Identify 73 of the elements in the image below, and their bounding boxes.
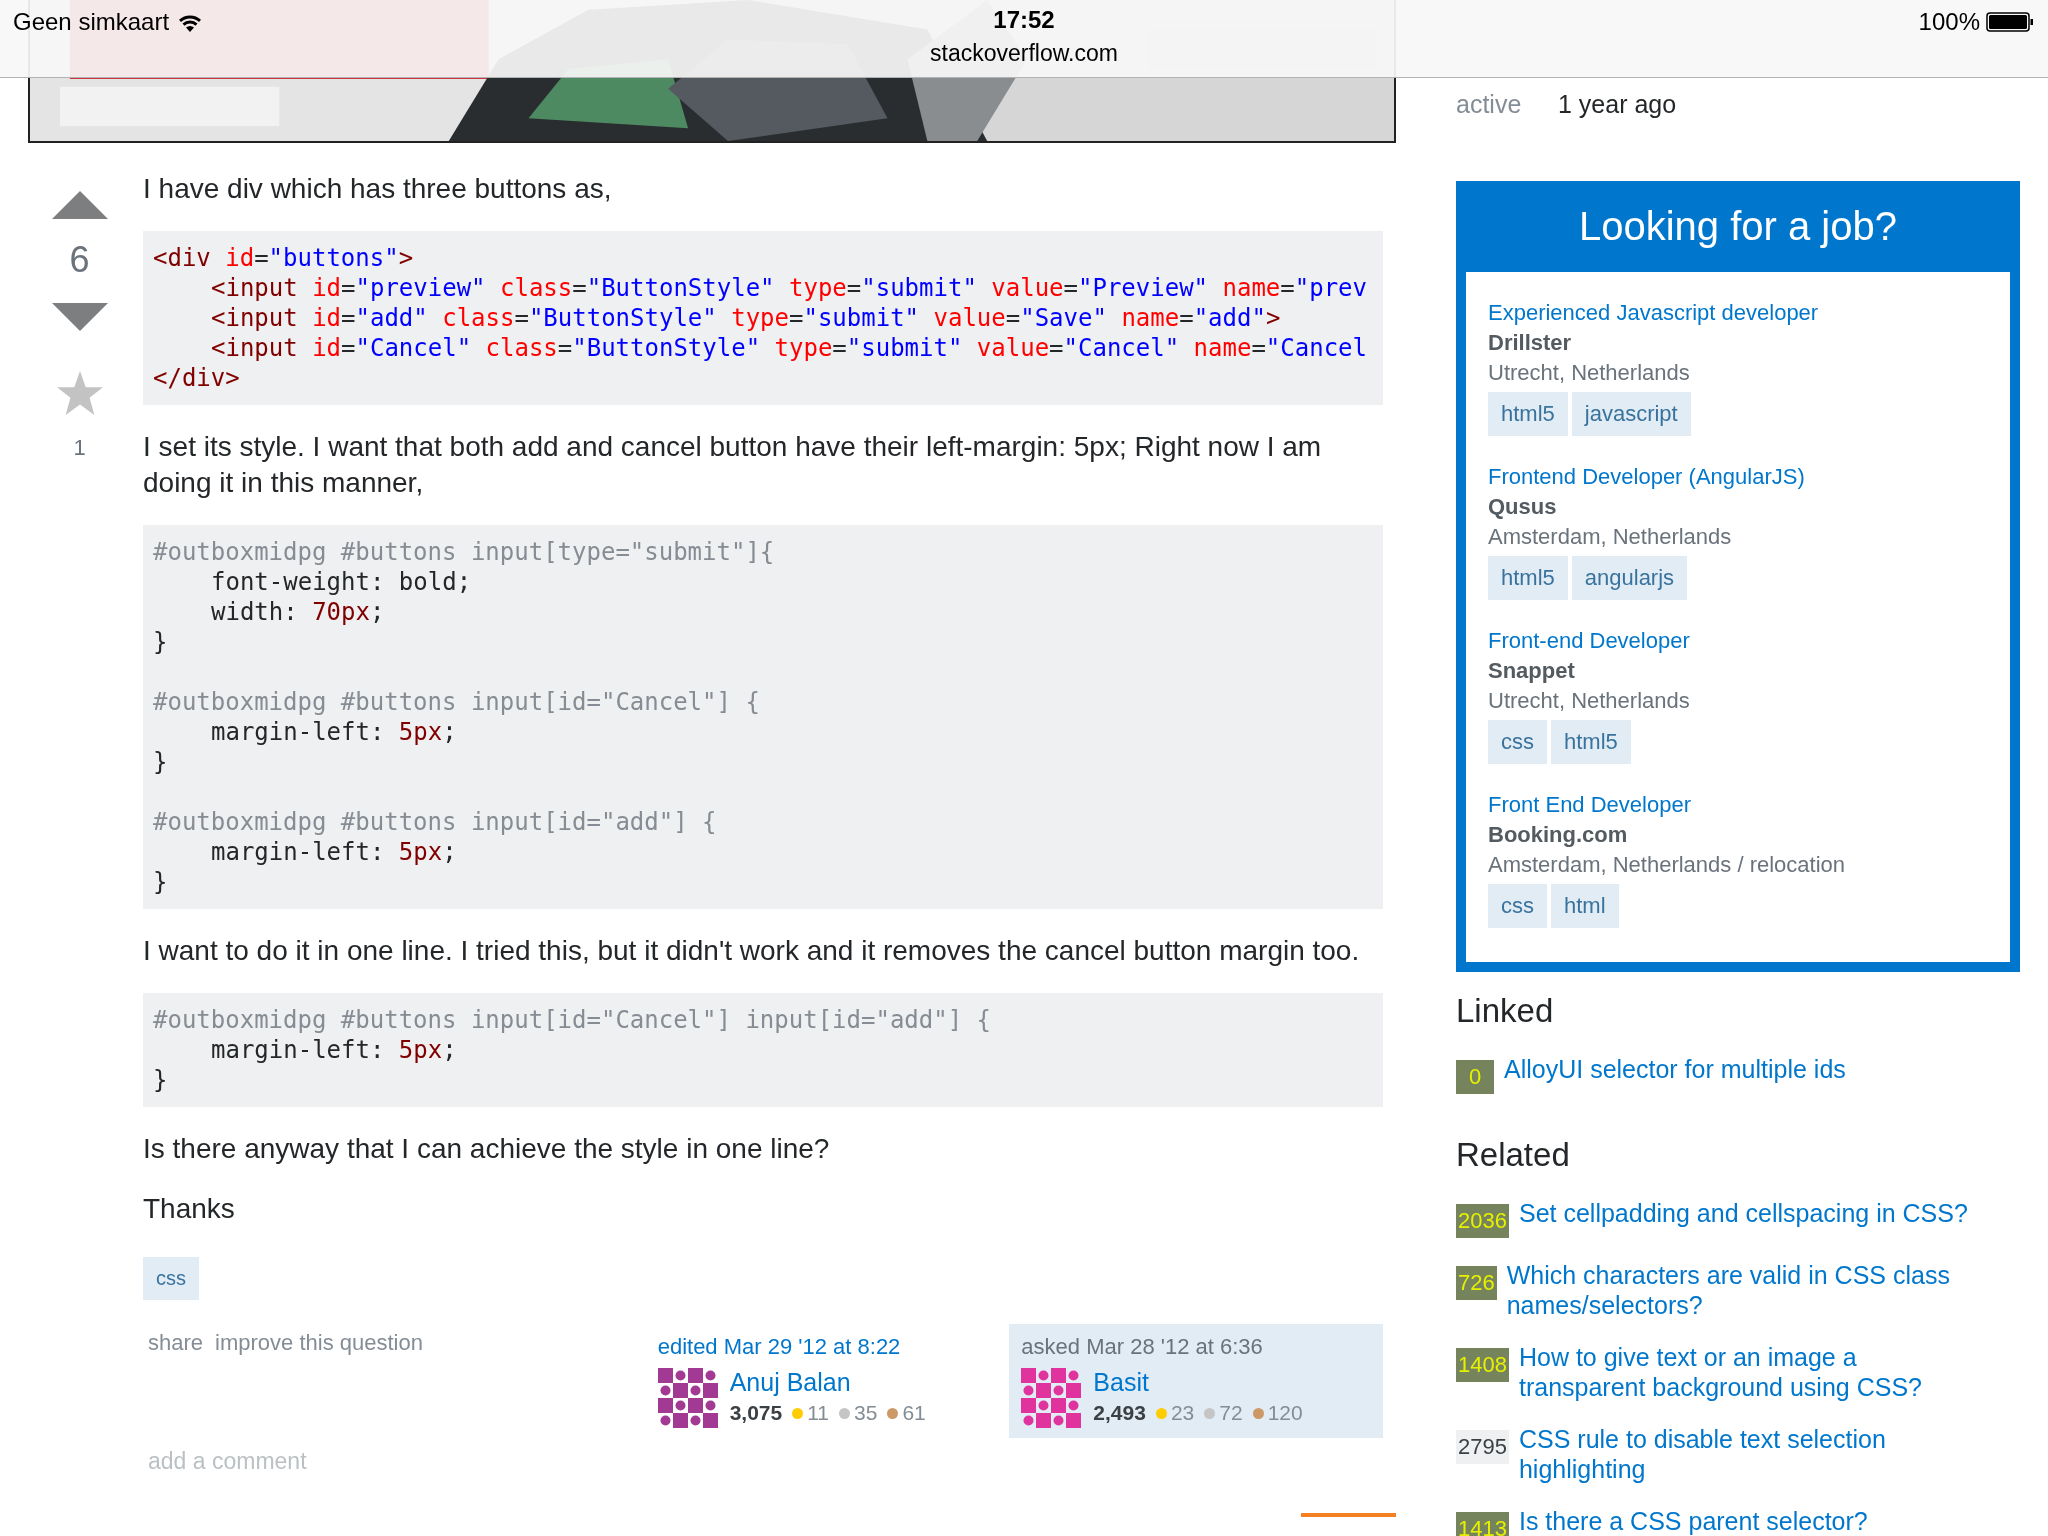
- section-heading: Linked: [1456, 992, 1555, 1030]
- user-link[interactable]: Basit: [1093, 1368, 1303, 1397]
- company-name: Snappet: [1488, 657, 1576, 685]
- code-block: <div id="buttons"> <input id="preview" class="ButtonStyle" type="submit" value="Preview" name="prev <input id="add" class="ButtonStyle" type="submit" value="Save" name="add"> <input id="Cancel" class="ButtonStyle" type="submit" value="Cancel" name="Cancel </div>: [143, 231, 1383, 405]
- question-paragraph: Is there anyway that I can achieve the style in one line?: [143, 1132, 831, 1166]
- star-icon[interactable]: [56, 371, 103, 415]
- score-badge: 726: [1456, 1266, 1497, 1300]
- company-name: Drillster: [1488, 329, 1573, 357]
- job-location: Amsterdam, Netherlands / relocation: [1488, 851, 1847, 879]
- tag[interactable]: html5: [1551, 720, 1631, 764]
- battery-icon: [1986, 12, 2034, 32]
- badge-count: 72: [1219, 1401, 1243, 1425]
- question-paragraph: Thanks: [143, 1192, 236, 1226]
- user-link[interactable]: Anuj Balan: [729, 1368, 926, 1397]
- job-location: Utrecht, Netherlands: [1488, 687, 1691, 715]
- stat-label: active: [1456, 89, 1523, 119]
- tag[interactable]: html: [1551, 884, 1619, 928]
- question-paragraph: I have div which has three buttons as,: [143, 172, 613, 206]
- badge-count: 11: [807, 1401, 830, 1425]
- tag[interactable]: html5: [1488, 392, 1568, 436]
- question-link[interactable]: Is there a CSS parent selector?: [1518, 1506, 1868, 1536]
- job-location: Utrecht, Netherlands: [1488, 359, 1691, 387]
- company-name: Qusus: [1488, 493, 1558, 521]
- carrier-name: Geen simkaart: [13, 8, 170, 36]
- avatar-icon: [657, 1368, 718, 1428]
- edited-link[interactable]: edited Mar 29 '12 at 8:22: [657, 1334, 998, 1360]
- jobs-title: Looking for a job?: [1578, 203, 1898, 250]
- question-link[interactable]: CSS rule to disable text selection highlighting: [1518, 1424, 1979, 1484]
- battery-percent: 100%: [1918, 8, 1980, 36]
- question-link[interactable]: Set cellpadding and cellspacing in CSS?: [1518, 1198, 1968, 1228]
- tag[interactable]: html5: [1488, 556, 1568, 600]
- status-time: 17:52: [993, 6, 1055, 34]
- question-paragraph: I want to do it in one line. I tried this, but it didn't work and it removes the cancel button margin too.: [143, 934, 1361, 968]
- job-location: Amsterdam, Netherlands: [1488, 523, 1733, 551]
- url-text[interactable]: stackoverflow.com: [930, 40, 1118, 67]
- tag[interactable]: css: [1488, 884, 1547, 928]
- wifi-icon: [177, 12, 204, 32]
- question-link[interactable]: How to give text or an image a transparent background using CSS?: [1518, 1342, 1979, 1402]
- post-action-link[interactable]: improve this question: [215, 1330, 423, 1356]
- stat-value: 1 year ago: [1558, 89, 1677, 119]
- job-title-link[interactable]: Front End Developer: [1488, 790, 1988, 820]
- company-name: Booking.com: [1488, 821, 1629, 849]
- question-link[interactable]: Which characters are valid in CSS class names/selectors?: [1506, 1260, 1967, 1320]
- post-action-link[interactable]: share: [148, 1330, 204, 1356]
- job-title-link[interactable]: Frontend Developer (AngularJS): [1488, 462, 1988, 492]
- job-title-link[interactable]: Experienced Javascript developer: [1488, 298, 1988, 328]
- asked-date: asked Mar 28 '12 at 6:36: [1021, 1334, 1264, 1360]
- question-link[interactable]: AlloyUI selector for multiple ids: [1504, 1054, 1846, 1084]
- tag[interactable]: css: [1488, 720, 1547, 764]
- badge-count: 120: [1267, 1401, 1303, 1425]
- reputation: 3,075: [729, 1401, 783, 1425]
- job-title-link[interactable]: Front-end Developer: [1488, 626, 1988, 656]
- vote-count: 6: [69, 239, 90, 281]
- score-badge: 1408: [1456, 1348, 1509, 1382]
- score-badge: 2036: [1456, 1204, 1509, 1238]
- score-badge: 2795: [1456, 1430, 1509, 1464]
- badge-count: 23: [1170, 1401, 1195, 1425]
- avatar-icon: [1021, 1368, 1082, 1428]
- score-badge: 1413: [1456, 1512, 1509, 1536]
- tag[interactable]: angularjs: [1571, 556, 1688, 600]
- favorite-count: 1: [73, 435, 86, 461]
- reputation: 2,493: [1093, 1401, 1146, 1425]
- question-paragraph: I set its style. I want that both add and cancel button have their left-margin: 5px; Right now I am doing it in this manner,: [143, 430, 1323, 500]
- code-block: #outboxmidpg #buttons input[id="Cancel"] input[id="add"] { margin-left: 5px; }: [143, 993, 1383, 1107]
- tag[interactable]: css: [143, 1257, 199, 1300]
- upvote-arrow-icon[interactable]: [51, 191, 108, 219]
- tag[interactable]: javascript: [1571, 392, 1691, 436]
- section-heading: Related: [1456, 1136, 1571, 1174]
- code-block: #outboxmidpg #buttons input[type="submit"]{ font-weight: bold; width: 70px; } #outboxmidpg #buttons input[id="Cancel"] { margin-left: 5px; } #outboxmidpg #buttons input[id="add"] { margin-left: 5px; }: [143, 525, 1383, 909]
- badge-count: 35: [854, 1401, 878, 1425]
- score-badge: 0: [1456, 1060, 1494, 1094]
- badge-count: 61: [902, 1401, 926, 1425]
- downvote-arrow-icon[interactable]: [51, 303, 108, 331]
